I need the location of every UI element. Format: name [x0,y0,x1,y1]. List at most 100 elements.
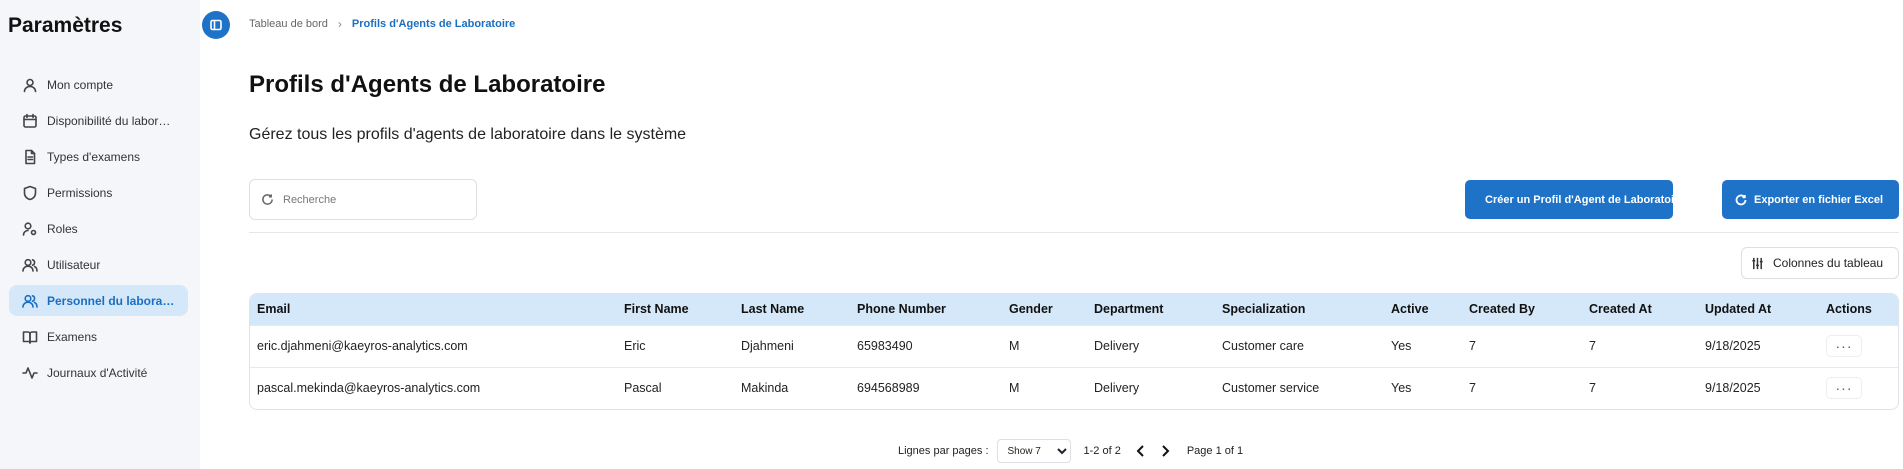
calendar-icon [22,113,38,129]
sidebar-item-types-examens[interactable]: Types d'examens [9,141,188,172]
column-header-created-at[interactable]: Created At [1582,294,1698,325]
cell-first-name: Pascal [624,381,662,396]
cell-active: Yes [1391,339,1412,353]
column-header-email[interactable]: Email [250,294,617,325]
create-lab-agent-profile-button[interactable]: Créer un Profil d'Agent de Laboratoire [1465,180,1684,219]
sidebar-toggle-button[interactable] [202,11,230,39]
cell-created-at: 7 [1589,339,1596,353]
user-key-icon [22,221,38,237]
sidebar-item-disponibilite[interactable]: Disponibilité du laboratoire [9,105,188,136]
search-box [249,179,477,220]
sidebar-title: Paramètres [8,14,123,37]
column-header-phone-number[interactable]: Phone Number [850,294,1002,325]
activity-icon [22,365,38,381]
cell-actions: ··· [1819,325,1898,367]
document-icon [22,149,38,165]
cell-created-by: 7 [1469,381,1476,396]
cell-gender: M [1009,381,1020,396]
row-actions-menu-button[interactable]: ··· [1826,335,1862,357]
panel-icon [210,19,222,31]
cell-active: Yes [1391,381,1412,396]
columns-button-label: Colonnes du tableau [1773,256,1884,270]
column-header-active[interactable]: Active [1384,294,1462,325]
page-subtitle: Gérez tous les profils d'agents de labor… [249,126,687,143]
cell-updated-at: 9/18/2025 [1705,381,1761,396]
page-indicator: Page 1 of 1 [1186,445,1244,457]
sidebar-item-utilisateur[interactable]: Utilisateur [9,249,188,280]
cell-department: Delivery [1094,381,1140,396]
column-header-specialization[interactable]: Specialization [1215,294,1384,325]
users-icon [22,293,38,309]
next-page-button[interactable] [1159,444,1171,458]
column-header-first-name[interactable]: First Name [617,294,734,325]
breadcrumb-current: Profils d'Agents de Laboratoire [351,18,516,30]
cell-specialization: Customer care [1222,339,1304,353]
sidebar-item-examens[interactable]: Examens [9,321,188,352]
cell-last-name: Djahmeni [741,339,794,353]
divider [249,232,1899,233]
sidebar-item-label: Utilisateur [47,257,101,272]
pagination: Lignes par pages : Show 7 1-2 of 2 Page … [898,439,1243,463]
refresh-icon [1735,194,1747,205]
cell-department: Delivery [1094,339,1140,353]
rows-per-page-select[interactable]: Show 7 [996,439,1071,463]
cell-email: pascal.mekinda@kaeyros-analytics.com [257,381,481,396]
table-columns-button[interactable]: Colonnes du tableau [1741,247,1899,279]
cell-specialization: Customer service [1222,381,1320,396]
chevron-right-icon [1162,445,1170,457]
column-header-actions: Actions [1826,302,1872,317]
cell-actions: ··· [1819,367,1898,409]
table-row[interactable]: pascal.mekinda@kaeyros-analytics.com Pas… [250,367,1898,409]
sidebar-item-mon-compte[interactable]: Mon compte [9,69,188,100]
user-icon [22,77,38,93]
sliders-icon [1752,257,1763,269]
refresh-search-icon [262,194,273,205]
shield-icon [22,185,38,201]
chevron-left-icon [1136,445,1144,457]
table-header-row: Email First Name Last Name Phone Number … [250,294,1898,325]
book-icon [22,329,38,345]
sidebar-item-label: Disponibilité du laboratoire [47,113,177,128]
column-header-created-by[interactable]: Created By [1462,294,1582,325]
sidebar-item-label: Permissions [47,185,113,200]
chevron-right-icon: › [337,17,342,31]
breadcrumb: Tableau de bord › Profils d'Agents de La… [249,17,515,31]
cell-phone-number: 694568989 [857,381,920,396]
sidebar-item-label: Examens [47,329,98,344]
cell-updated-at: 9/18/2025 [1705,339,1761,353]
column-header-updated-at[interactable]: Updated At [1698,294,1819,325]
sidebar-item-journaux-activite[interactable]: Journaux d'Activité [9,357,188,388]
sidebar-item-roles[interactable]: Roles [9,213,188,244]
sidebar-item-label: Types d'examens [47,149,141,164]
lab-agents-table: Email First Name Last Name Phone Number … [249,293,1899,410]
sidebar-item-label: Journaux d'Activité [47,365,148,380]
cell-created-at: 7 [1589,381,1596,396]
breadcrumb-home-link[interactable]: Tableau de bord [249,18,328,30]
sidebar-item-label: Personnel du laboratoire [47,293,177,308]
cell-gender: M [1009,339,1020,353]
export-excel-button[interactable]: Exporter en fichier Excel [1722,180,1899,219]
pagination-range: 1-2 of 2 [1083,445,1121,457]
cell-created-by: 7 [1469,339,1476,353]
cell-last-name: Makinda [741,381,789,396]
previous-page-button[interactable] [1135,444,1147,458]
column-header-last-name[interactable]: Last Name [734,294,850,325]
sidebar-nav: Mon compte Disponibilité du laboratoire … [9,69,188,393]
search-input[interactable] [283,193,463,206]
sidebar: Paramètres Mon compte Disponibilité du l… [0,0,200,469]
row-actions-menu-button[interactable]: ··· [1826,377,1862,400]
table-row[interactable]: eric.djahmeni@kaeyros-analytics.com Eric… [250,325,1898,367]
rows-per-page-label: Lignes par pages : [898,445,989,457]
sidebar-item-permissions[interactable]: Permissions [9,177,188,208]
cell-first-name: Eric [624,339,646,353]
sidebar-item-personnel-laboratoire[interactable]: Personnel du laboratoire [9,285,188,316]
column-header-gender[interactable]: Gender [1002,294,1087,325]
page-title: Profils d'Agents de Laboratoire [249,71,606,98]
create-button-label: Créer un Profil d'Agent de Laboratoire [1485,193,1685,206]
column-header-department[interactable]: Department [1087,294,1215,325]
export-button-label: Exporter en fichier Excel [1754,193,1883,206]
cell-phone-number: 65983490 [857,339,913,353]
sidebar-item-label: Mon compte [47,77,114,92]
sidebar-item-label: Roles [47,221,78,236]
users-icon [22,257,38,273]
